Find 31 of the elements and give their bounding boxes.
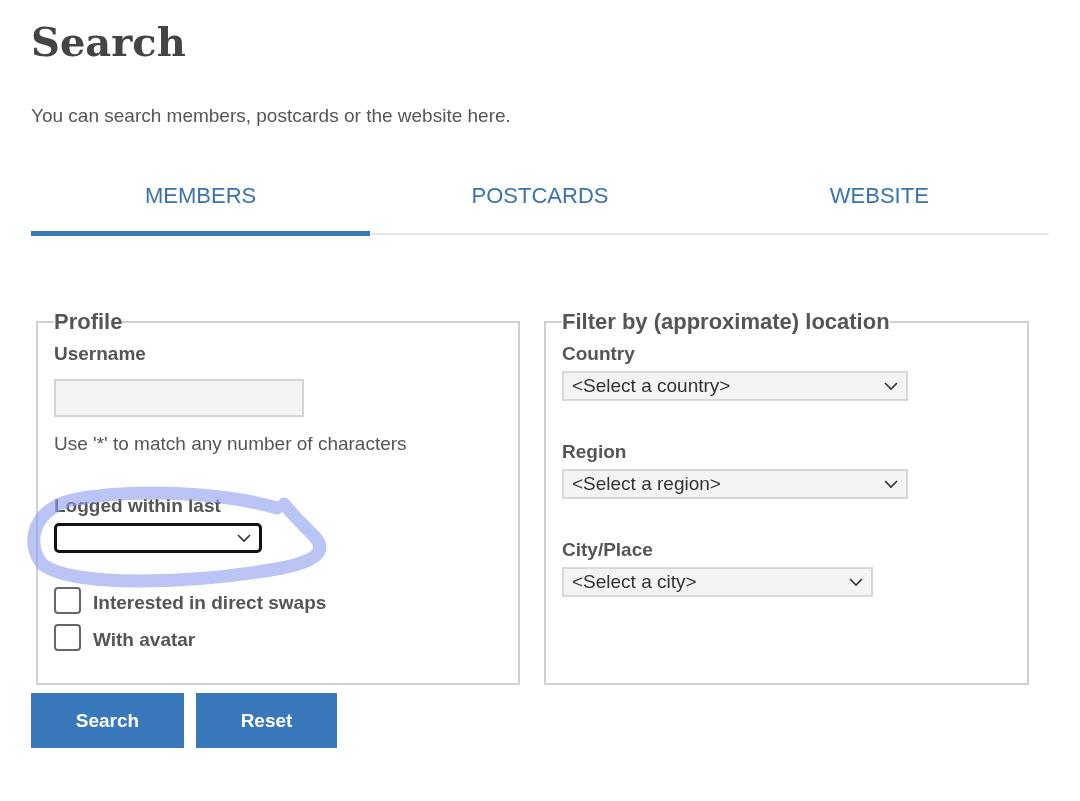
field-label: Logged within last [54, 495, 222, 517]
username-field[interactable] [54, 379, 304, 417]
intro-text: You can search members, postcards or the website here. [31, 105, 512, 127]
dropdown-value: <Select a region> [572, 473, 721, 495]
dropdown-value: <Select a city> [572, 571, 697, 593]
dropdown-value: <Select a country> [572, 375, 731, 397]
hint-text: Use '*' to match any number of characters [54, 433, 408, 455]
dropdown[interactable] [54, 523, 262, 553]
fieldset-legend: Profile [54, 309, 123, 335]
dropdown[interactable]: <Select a country> [562, 371, 908, 401]
reset-button[interactable]: Reset [196, 693, 337, 748]
page-title: Search [31, 18, 187, 65]
field-label: Username [54, 343, 147, 365]
dropdown[interactable]: <Select a city> [562, 567, 873, 597]
chevron-down-icon [884, 479, 898, 489]
checkbox[interactable] [54, 624, 81, 651]
tab[interactable]: WEBSITE [709, 167, 1049, 236]
fieldset-legend: Filter by (approximate) location [562, 309, 890, 335]
field-label: Region [562, 441, 628, 463]
field-label: City/Place [562, 539, 654, 561]
search-button[interactable]: Search [31, 693, 184, 748]
tab[interactable]: MEMBERS [31, 167, 371, 236]
field-label: Country [562, 343, 636, 365]
tab[interactable]: POSTCARDS [370, 167, 710, 236]
chevron-down-icon [237, 533, 251, 543]
dropdown[interactable]: <Select a region> [562, 469, 908, 499]
chevron-down-icon [849, 577, 863, 587]
chevron-down-icon [884, 381, 898, 391]
checkbox-label: Interested in direct swaps [93, 592, 327, 614]
checkbox-label: With avatar [93, 629, 196, 651]
checkbox[interactable] [54, 587, 81, 614]
